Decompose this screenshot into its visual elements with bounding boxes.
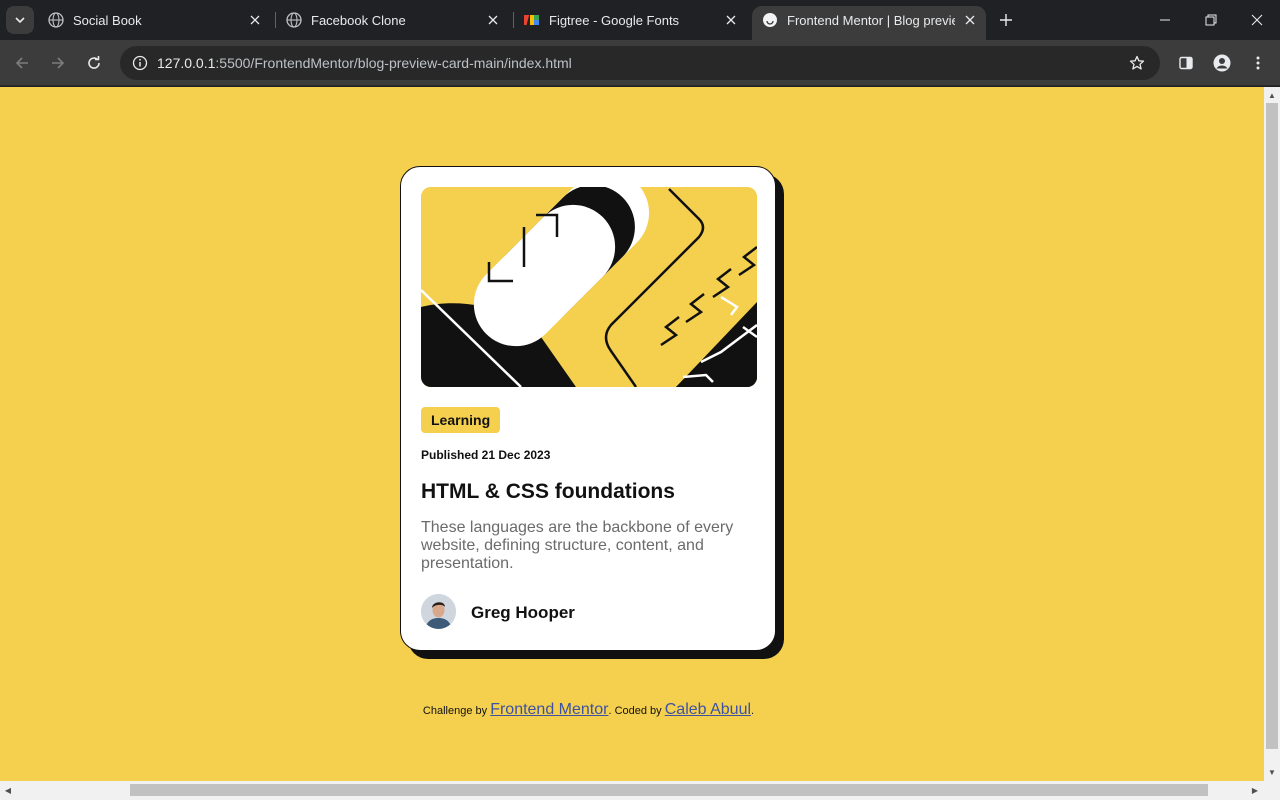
bookmark-star-icon[interactable] [1126, 52, 1148, 74]
url-path: :5500/FrontendMentor/blog-preview-card-m… [215, 55, 572, 71]
globe-icon [48, 12, 64, 28]
arrow-right-icon [52, 57, 65, 69]
profile-icon [1213, 54, 1231, 72]
close-icon[interactable] [246, 11, 264, 29]
author-link[interactable]: Caleb Abuul [665, 701, 751, 718]
url-text[interactable]: 127.0.0.1:5500/FrontendMentor/blog-previ… [157, 55, 572, 71]
avatar [421, 594, 456, 629]
close-icon[interactable] [722, 11, 740, 29]
category-tag: Learning [421, 407, 501, 433]
site-info-icon[interactable] [128, 51, 152, 75]
arrow-left-icon [15, 57, 28, 69]
minimize-icon [1160, 19, 1170, 21]
tab-facebook-clone[interactable]: Facebook Clone [276, 0, 512, 40]
scroll-up-icon[interactable]: ▲ [1267, 90, 1277, 100]
plus-icon [1000, 14, 1012, 26]
blog-illustration [421, 187, 757, 387]
restore-icon [1205, 14, 1217, 26]
side-panel-button[interactable] [1172, 49, 1200, 77]
tab-google-fonts[interactable]: Figtree - Google Fonts [514, 0, 750, 40]
scroll-down-icon[interactable]: ▼ [1267, 767, 1277, 777]
horizontal-scrollbar[interactable]: ◀ ▶ [0, 781, 1280, 800]
back-button[interactable] [8, 49, 36, 77]
google-fonts-icon [524, 12, 540, 28]
globe-icon [286, 12, 302, 28]
reload-button[interactable] [80, 49, 108, 77]
vertical-scroll-thumb[interactable] [1266, 103, 1278, 749]
attribution-suffix: . [751, 705, 755, 717]
tab-search-button[interactable] [6, 6, 34, 34]
forward-button[interactable] [44, 49, 72, 77]
menu-button[interactable] [1244, 49, 1272, 77]
author-name: Greg Hooper [471, 603, 575, 622]
profile-button[interactable] [1208, 49, 1236, 77]
side-panel-icon [1179, 56, 1193, 70]
tab-strip: Social Book Facebook Clone Figtree - Goo… [0, 0, 1280, 40]
frontend-mentor-link[interactable]: Frontend Mentor [490, 701, 608, 718]
page-viewport: Learning Published 21 Dec 2023 HTML & CS… [0, 87, 1264, 781]
attribution: Challenge by Frontend Mentor. Coded by C… [0, 701, 1177, 719]
blog-preview-card: Learning Published 21 Dec 2023 HTML & CS… [400, 166, 776, 651]
url-host: 127.0.0.1 [157, 55, 216, 71]
frontend-mentor-icon [762, 12, 778, 28]
close-icon [1251, 14, 1263, 26]
card-title[interactable]: HTML & CSS foundations [421, 480, 675, 504]
horizontal-scroll-thumb[interactable] [130, 784, 1208, 796]
publish-date: Published 21 Dec 2023 [421, 448, 551, 462]
close-icon[interactable] [961, 11, 979, 29]
scroll-right-icon[interactable]: ▶ [1250, 785, 1260, 795]
attribution-prefix: Challenge by [422, 705, 488, 717]
tab-title: Figtree - Google Fonts [549, 13, 680, 28]
tab-frontend-mentor[interactable]: Frontend Mentor | Blog preview [752, 6, 986, 40]
chevron-down-icon [15, 17, 25, 24]
reload-icon [88, 56, 100, 69]
new-tab-button[interactable] [994, 10, 1018, 30]
close-icon[interactable] [484, 11, 502, 29]
tab-title: Facebook Clone [311, 13, 406, 28]
tab-title: Frontend Mentor | Blog preview [787, 13, 955, 28]
more-vertical-icon [1256, 56, 1260, 70]
address-bar[interactable]: 127.0.0.1:5500/FrontendMentor/blog-previ… [120, 46, 1160, 80]
restore-button[interactable] [1188, 0, 1234, 40]
vertical-scrollbar[interactable]: ▲ ▼ [1264, 87, 1280, 781]
close-window-button[interactable] [1234, 0, 1280, 40]
card-description: These languages are the backbone of ever… [421, 519, 734, 572]
minimize-button[interactable] [1142, 0, 1188, 40]
tab-title: Social Book [73, 13, 142, 28]
scroll-left-icon[interactable]: ◀ [3, 785, 13, 795]
attribution-middle: . Coded by [608, 705, 662, 717]
tab-social-book[interactable]: Social Book [38, 0, 270, 40]
browser-toolbar: 127.0.0.1:5500/FrontendMentor/blog-previ… [0, 40, 1280, 86]
